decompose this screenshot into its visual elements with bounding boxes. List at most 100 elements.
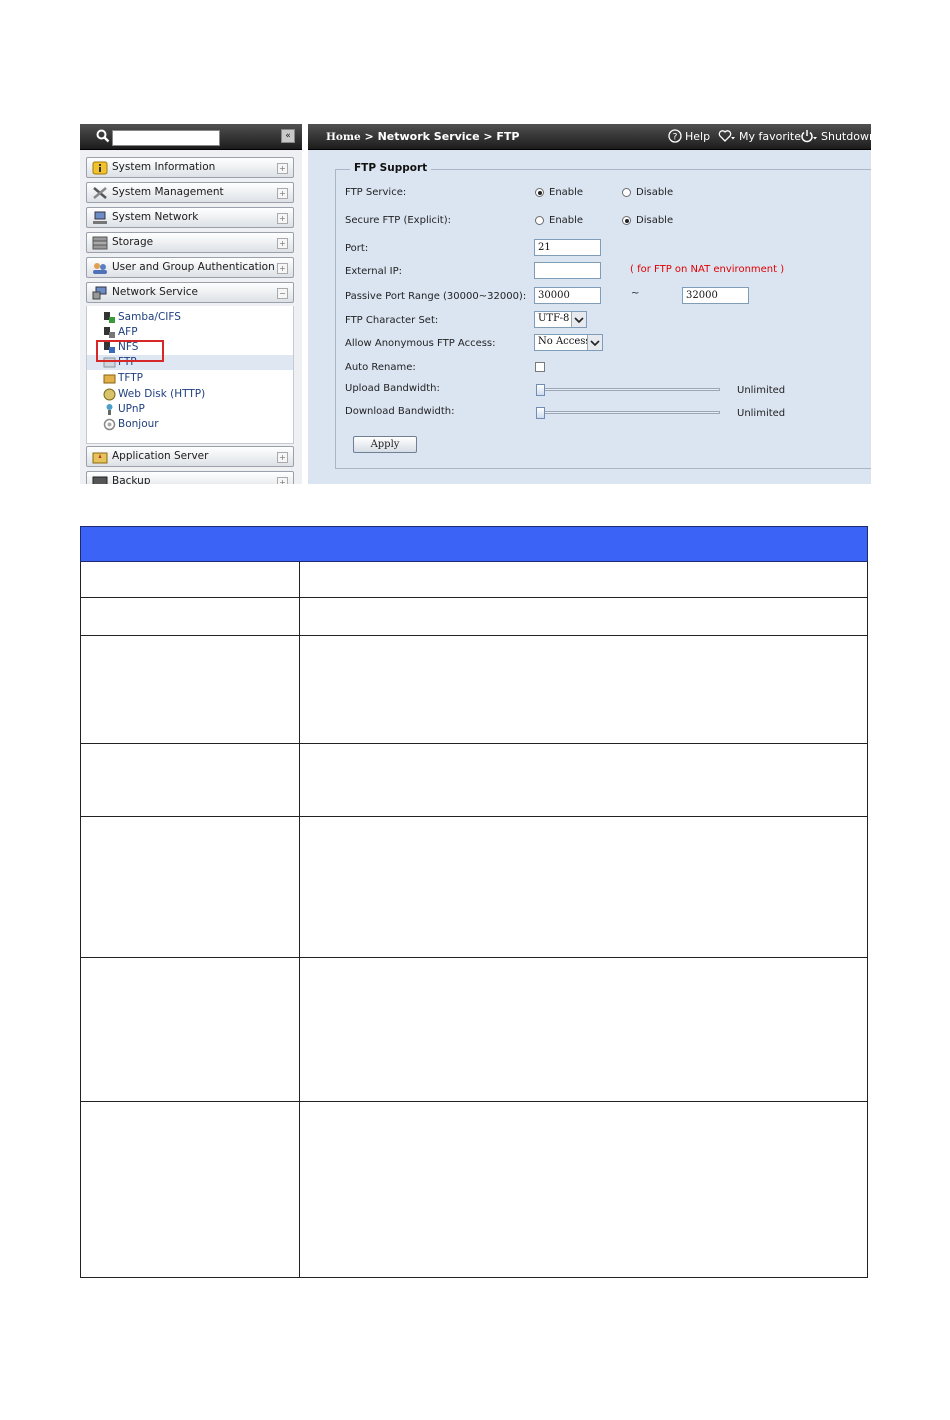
collapse-sidebar-button[interactable]: « (281, 129, 295, 143)
power-icon (801, 130, 817, 143)
upload-bandwidth-label: Upload Bandwidth: (345, 383, 440, 394)
shutdown-button[interactable]: Shutdown (800, 129, 871, 143)
table-row (80, 958, 868, 1102)
sidebar-item-afp[interactable]: AFP (87, 325, 293, 340)
sidebar-category-label: Application Server (112, 450, 209, 462)
network-service-icon (92, 286, 107, 300)
my-favorite-button[interactable]: My favorite (718, 129, 801, 143)
table-cell (81, 598, 300, 635)
table-cell (81, 744, 300, 816)
external-ip-hint: ( for FTP on NAT environment ) (630, 264, 785, 275)
expand-icon[interactable]: + (277, 263, 288, 274)
breadcrumb-path: > Network Service > FTP (360, 130, 520, 143)
sidebar-category-system-network[interactable]: System Network + (86, 207, 294, 228)
sidebar-category-system-information[interactable]: System Information + (86, 157, 294, 178)
sidebar-category-network-service[interactable]: Network Service − (86, 282, 294, 303)
table-cell (81, 817, 300, 957)
shutdown-label: Shutdown (821, 130, 871, 143)
auto-rename-label: Auto Rename: (345, 362, 416, 373)
table-cell (81, 636, 300, 743)
sidebar-category-label: User and Group Authentication (112, 261, 275, 273)
table-row (80, 744, 868, 817)
passive-port-range-label: Passive Port Range (30000~32000): (345, 291, 527, 302)
sidebar: « System Information + System Management… (80, 124, 302, 484)
apply-button[interactable]: Apply (353, 436, 417, 453)
sidebar-category-system-management[interactable]: System Management + (86, 182, 294, 203)
sidebar-category-backup[interactable]: Backup + (86, 471, 294, 484)
upload-bandwidth-value: Unlimited (737, 385, 786, 396)
sidebar-category-application-server[interactable]: Application Server + (86, 446, 294, 467)
sidebar-search-bar: « (80, 124, 302, 150)
breadcrumb-home-link[interactable]: Home (326, 131, 361, 143)
expand-icon[interactable]: + (277, 452, 288, 463)
passive-port-to-input[interactable]: 32000 (682, 287, 749, 304)
sidebar-category-storage[interactable]: Storage + (86, 232, 294, 253)
afp-icon (104, 327, 115, 338)
sidebar-item-upnp[interactable]: UPnP (87, 402, 293, 417)
expand-icon[interactable]: + (277, 213, 288, 224)
web-disk-icon (103, 388, 116, 401)
table-row (80, 1102, 868, 1278)
upnp-icon (106, 404, 113, 415)
ftp-support-legend: FTP Support (350, 162, 432, 174)
anonymous-access-select[interactable]: No Access (534, 334, 603, 351)
sidebar-item-web-disk[interactable]: Web Disk (HTTP) (87, 387, 293, 402)
nas-web-ui-screenshot: « System Information + System Management… (80, 124, 871, 484)
ftp-service-disable-label: Disable (636, 187, 674, 198)
ftp-service-enable-radio[interactable] (535, 188, 544, 197)
ftp-service-label: FTP Service: (345, 187, 407, 198)
sidebar-item-samba-cifs[interactable]: Samba/CIFS (87, 310, 293, 325)
storage-icon (92, 236, 108, 250)
breadcrumb: Home > Network Service > FTP (326, 130, 520, 143)
sidebar-category-label: Storage (112, 236, 154, 248)
help-button[interactable]: ? Help (668, 129, 710, 143)
port-input[interactable]: 21 (534, 239, 601, 256)
collapse-icon[interactable]: − (277, 288, 288, 299)
tools-icon (93, 187, 107, 199)
sidebar-item-tftp[interactable]: TFTP (87, 371, 293, 386)
backup-icon (92, 476, 108, 484)
sidebar-category-label: System Management (112, 186, 224, 198)
passive-port-range-separator: ~ (631, 288, 640, 299)
samba-icon (104, 312, 115, 323)
auto-rename-checkbox[interactable] (535, 362, 545, 372)
sidebar-item-label: UPnP (118, 403, 145, 415)
sidebar-item-label: Web Disk (HTTP) (118, 388, 206, 400)
anonymous-access-value: No Access (538, 336, 591, 347)
upload-bandwidth-slider-track[interactable] (537, 388, 720, 391)
expand-icon[interactable]: + (277, 163, 288, 174)
tftp-icon (103, 374, 116, 384)
secure-ftp-disable-radio[interactable] (622, 216, 631, 225)
sidebar-category-user-group-auth[interactable]: User and Group Authentication + (86, 257, 294, 278)
passive-port-from-input[interactable]: 30000 (534, 287, 601, 304)
ftp-description-table (80, 526, 868, 1278)
expand-icon[interactable]: + (277, 238, 288, 249)
expand-icon[interactable]: + (277, 477, 288, 484)
main-panel: Home > Network Service > FTP ? Help My fa… (308, 124, 871, 484)
external-ip-input[interactable] (534, 262, 601, 279)
ftp-service-disable-radio[interactable] (622, 188, 631, 197)
table-row (80, 636, 868, 744)
chevron-down-icon (587, 335, 602, 350)
sidebar-item-label: Bonjour (118, 418, 159, 430)
table-row (80, 562, 868, 598)
download-bandwidth-slider-track[interactable] (537, 411, 720, 414)
application-server-icon (92, 452, 108, 464)
ftp-charset-select[interactable]: UTF-8 (534, 311, 587, 328)
secure-ftp-enable-radio[interactable] (535, 216, 544, 225)
search-input[interactable] (112, 130, 220, 146)
expand-icon[interactable]: + (277, 188, 288, 199)
table-header (80, 526, 868, 562)
sidebar-item-label: Samba/CIFS (118, 311, 181, 323)
ftp-settings-content: FTP Support FTP Service: Enable Disable … (308, 150, 871, 484)
top-bar: Home > Network Service > FTP ? Help My fa… (308, 124, 871, 150)
bonjour-icon (103, 418, 116, 431)
sidebar-category-label: System Information (112, 161, 216, 173)
search-icon[interactable] (96, 129, 110, 143)
upload-bandwidth-slider-handle[interactable] (536, 384, 545, 396)
users-icon (93, 263, 107, 274)
table-cell (81, 958, 300, 1101)
network-service-submenu: Samba/CIFS AFP NFS FTP TFTP Web Disk (HT… (86, 306, 294, 444)
download-bandwidth-slider-handle[interactable] (536, 407, 545, 419)
sidebar-item-bonjour[interactable]: Bonjour (87, 417, 293, 432)
